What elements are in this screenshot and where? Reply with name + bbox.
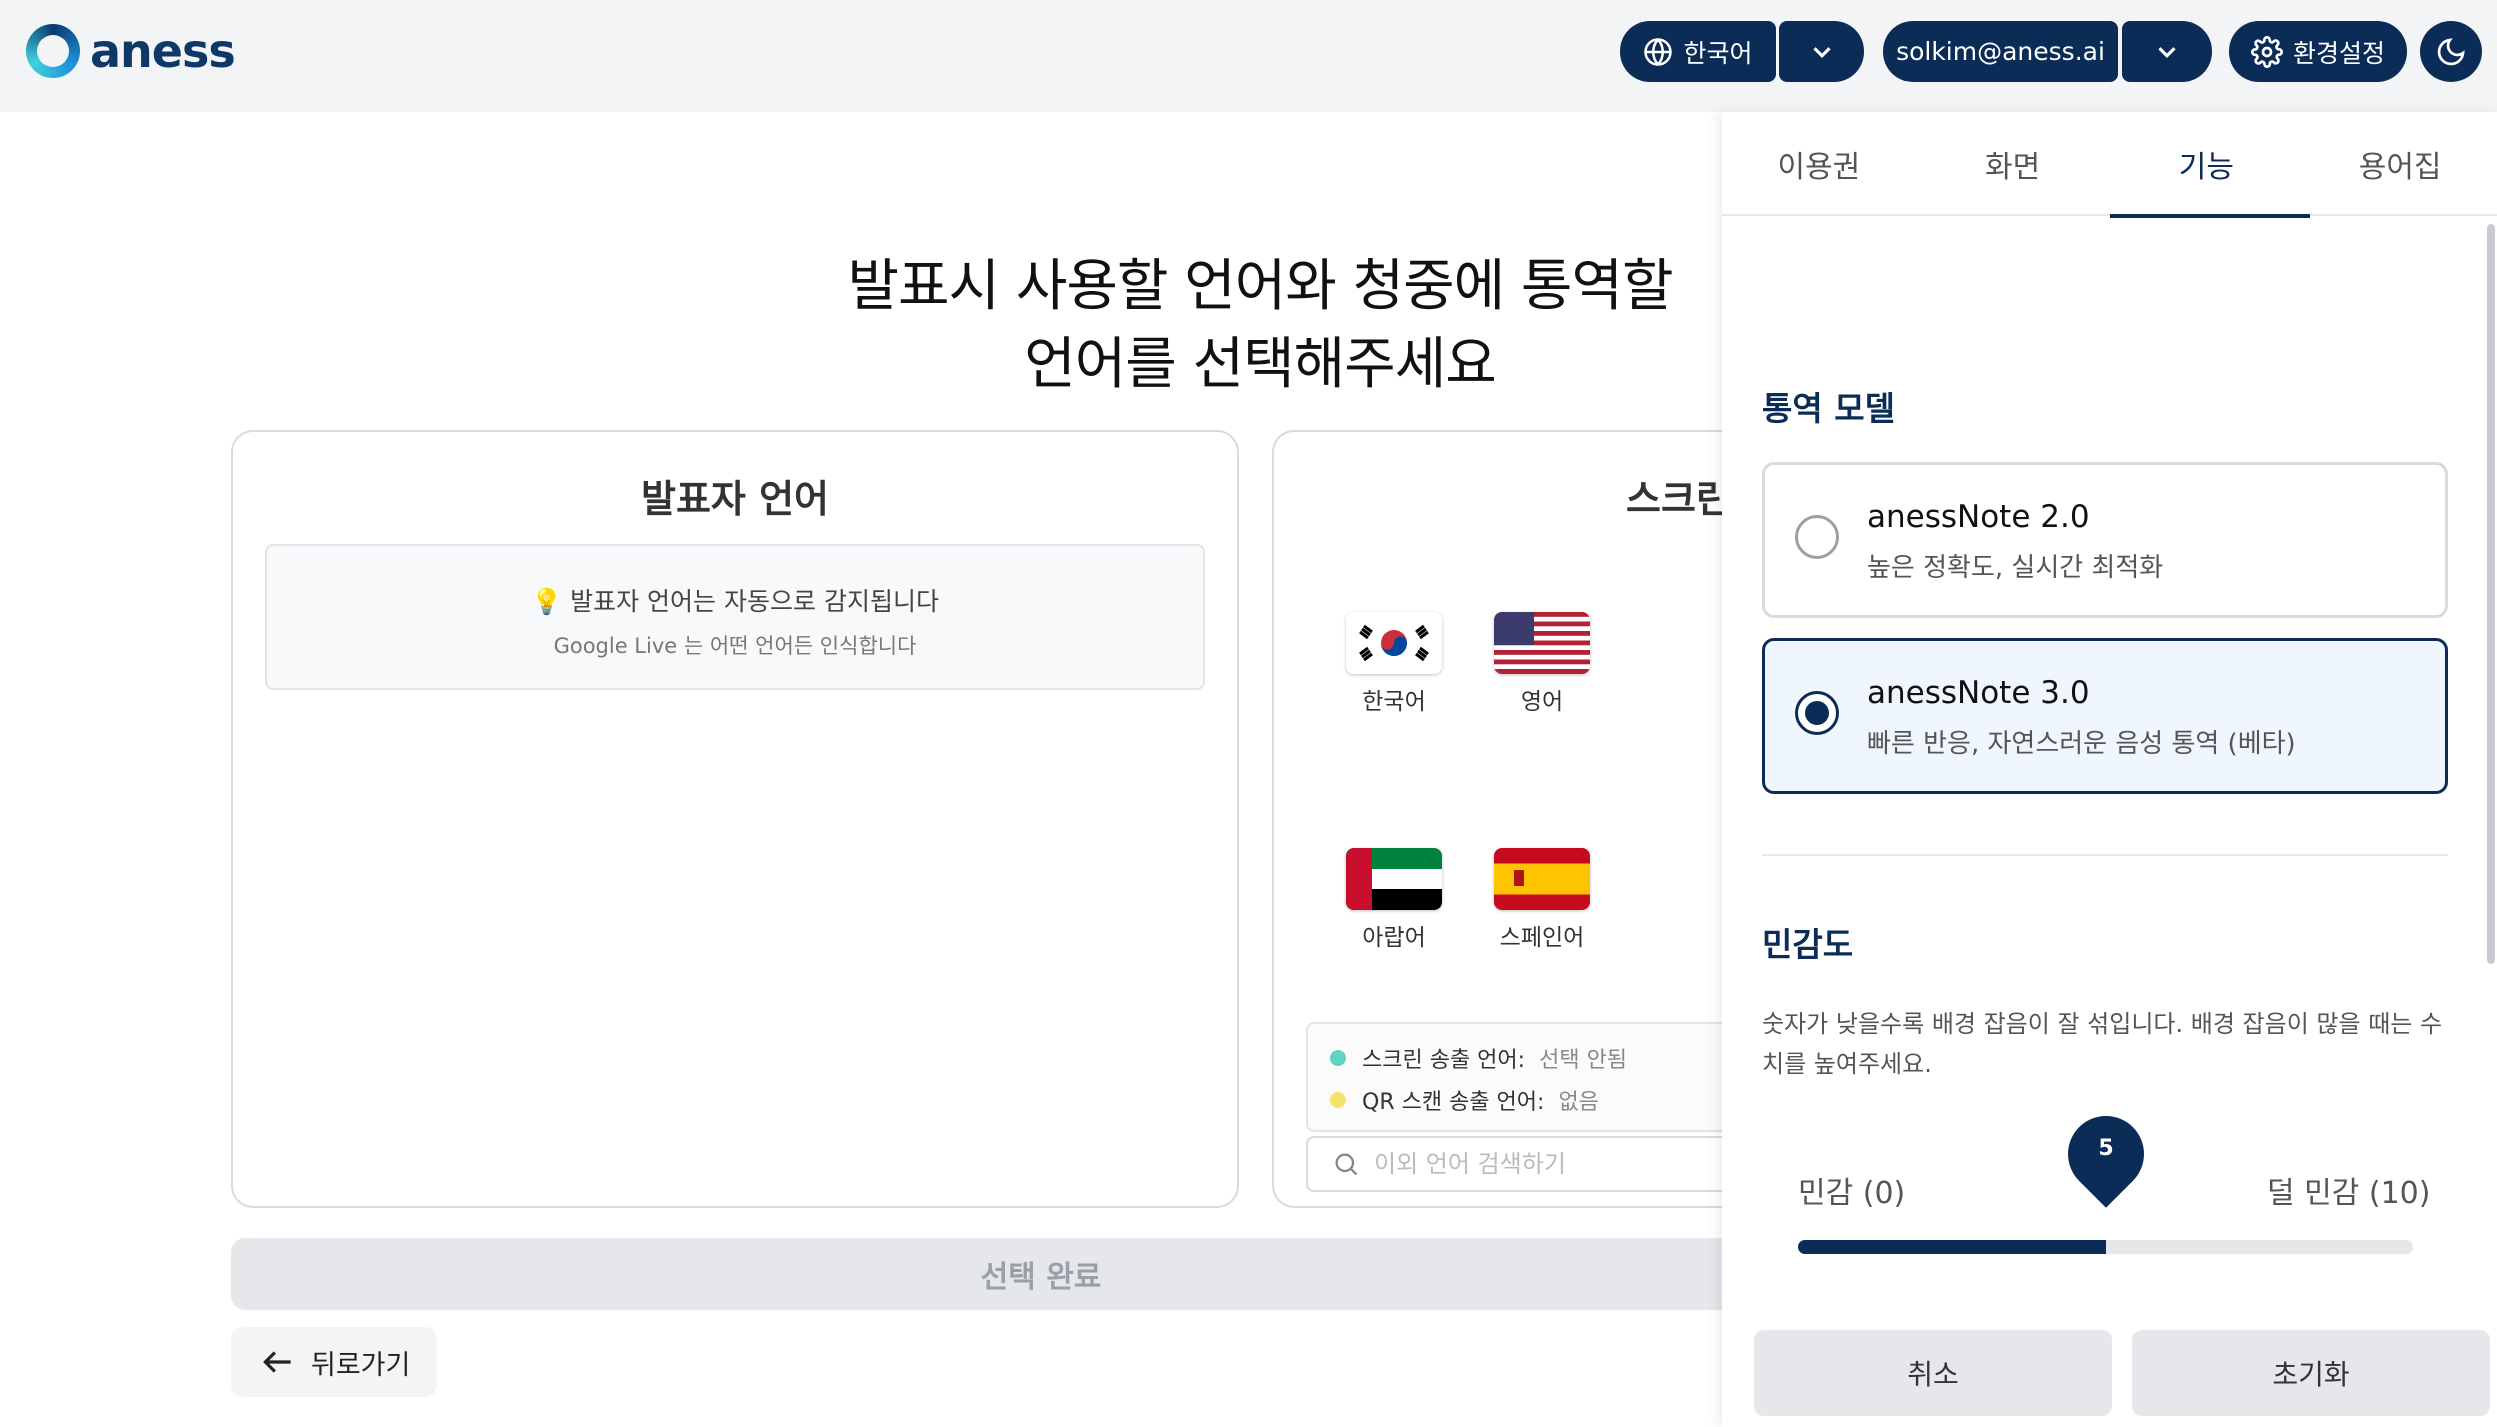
panel-scrollbar[interactable]	[2487, 224, 2495, 964]
language-option-korean[interactable]: 한국어	[1334, 612, 1454, 716]
auto-detect-info-text: 💡 발표자 언어는 자동으로 감지됩니다	[531, 587, 939, 616]
speaker-card-title: 발표자 언어	[640, 477, 830, 521]
complete-selection-button[interactable]: 선택 완료	[231, 1238, 1851, 1310]
sensitivity-slider-fill	[1798, 1240, 2106, 1254]
sensitivity-title: 민감도	[1762, 925, 1854, 964]
uae-flag-icon	[1346, 848, 1442, 910]
korea-flag-icon	[1346, 612, 1442, 674]
moon-icon	[2437, 37, 2465, 65]
tab-subscription[interactable]: 이용권	[1722, 112, 1916, 216]
user-account-button[interactable]: solkim@aness.ai	[1883, 21, 2118, 82]
gear-icon	[2251, 35, 2283, 68]
model-option-2-0[interactable]: anessNote 2.0 높은 정확도, 실시간 최적화	[1762, 462, 2448, 618]
arrow-left-icon	[263, 1351, 291, 1373]
cancel-button[interactable]: 취소	[1754, 1330, 2112, 1416]
sensitivity-slider-track[interactable]	[1798, 1240, 2413, 1254]
status-value: 선택 안됨	[1539, 1048, 1628, 1073]
tab-glossary[interactable]: 용어집	[2303, 112, 2497, 216]
search-icon	[1335, 1153, 1358, 1176]
tab-features[interactable]: 기능	[2109, 112, 2310, 218]
auto-detect-info-box: 💡 발표자 언어는 자동으로 감지됩니다 Google Live 는 어떤 언어…	[265, 544, 1205, 690]
language-search-input[interactable]	[1374, 1150, 1774, 1178]
model-description: 빠른 반응, 자연스러운 음성 통역 (베타)	[1867, 729, 2296, 759]
language-label: 한국어	[1362, 689, 1426, 715]
language-dropdown-button[interactable]	[1779, 21, 1864, 82]
status-key: 스크린 송출 언어:	[1362, 1048, 1526, 1073]
tab-display[interactable]: 화면	[1916, 112, 2110, 216]
screen-broadcast-status: 스크린 송출 언어: 선택 안됨	[1330, 1042, 1627, 1074]
sensitivity-description: 숫자가 낮을수록 배경 잡음이 잘 섞입니다. 배경 잡음이 많을 때는 수치를…	[1762, 1010, 2443, 1078]
globe-icon	[1644, 37, 1673, 66]
language-option-arabic[interactable]: 아랍어	[1334, 848, 1454, 952]
screen-card-title: 스크린	[1626, 477, 1731, 521]
qr-broadcast-status: QR 스캔 송출 언어: 없음	[1330, 1084, 1599, 1116]
page-title: 발표시 사용할 언어와 청중에 통역할 언어를 선택해주세요	[740, 248, 1780, 404]
model-name: anessNote 2.0	[1867, 499, 2090, 535]
language-label: 영어	[1520, 689, 1564, 715]
chevron-down-icon	[1812, 46, 1831, 58]
page-title-line-2: 언어를 선택해주세요	[1024, 332, 1496, 397]
settings-tabs: 이용권 화면 기능 용어집	[1722, 112, 2497, 218]
sensitivity-high-label: 덜 민감 (10)	[2267, 1176, 2431, 1211]
settings-panel-content[interactable]: 통역 모델 anessNote 2.0 높은 정확도, 실시간 최적화 anes…	[1722, 218, 2497, 1313]
spain-flag-icon	[1494, 848, 1590, 910]
user-dropdown-button[interactable]	[2122, 21, 2212, 82]
radio-button-selected[interactable]	[1795, 691, 1839, 735]
language-label: 스페인어	[1499, 925, 1585, 951]
sensitivity-low-label: 민감 (0)	[1798, 1176, 1906, 1211]
page-title-line-1: 발표시 사용할 언어와 청중에 통역할	[847, 254, 1673, 319]
auto-detect-info-subtext: Google Live 는 어떤 언어든 인식합니다	[553, 634, 917, 658]
model-description: 높은 정확도, 실시간 최적화	[1867, 553, 2164, 583]
language-button[interactable]: 한국어	[1620, 21, 1776, 82]
back-button[interactable]: 뒤로가기	[231, 1327, 437, 1397]
top-header: aness 한국어 solkim@aness.ai 환경설정	[0, 0, 2497, 112]
radio-button[interactable]	[1795, 515, 1839, 559]
reset-button[interactable]: 초기화	[2132, 1330, 2490, 1416]
teal-dot-icon	[1330, 1050, 1346, 1066]
language-label: 아랍어	[1362, 925, 1426, 951]
usa-flag-icon	[1494, 612, 1590, 674]
settings-button[interactable]: 환경설정	[2229, 21, 2407, 82]
settings-label: 환경설정	[2292, 38, 2385, 68]
language-label: 한국어	[1683, 38, 1753, 68]
settings-panel: 이용권 화면 기능 용어집 통역 모델 anessNote 2.0 높은 정확도…	[1722, 112, 2497, 1427]
logo-ring-icon	[26, 24, 80, 78]
settings-panel-footer: 취소 초기화	[1722, 1310, 2497, 1427]
complete-selection-label: 선택 완료	[980, 1260, 1102, 1295]
slider-value-text: 5	[2098, 1136, 2114, 1161]
yellow-dot-icon	[1330, 1092, 1346, 1108]
user-email: solkim@aness.ai	[1896, 37, 2105, 66]
status-value: 없음	[1558, 1090, 1599, 1115]
back-label: 뒤로가기	[311, 1349, 411, 1381]
model-section-title: 통역 모델	[1762, 389, 1895, 428]
model-name: anessNote 3.0	[1867, 675, 2090, 711]
logo-text: aness	[90, 24, 236, 78]
theme-toggle-button[interactable]	[2420, 21, 2482, 82]
model-option-3-0[interactable]: anessNote 3.0 빠른 반응, 자연스러운 음성 통역 (베타)	[1762, 638, 2448, 794]
language-option-english[interactable]: 영어	[1482, 612, 1602, 716]
chevron-down-icon	[2158, 46, 2176, 58]
logo[interactable]: aness	[26, 24, 236, 78]
speaker-language-card: 발표자 언어 💡 발표자 언어는 자동으로 감지됩니다 Google Live …	[231, 430, 1239, 1208]
status-key: QR 스캔 송출 언어:	[1362, 1090, 1545, 1115]
language-option-spanish[interactable]: 스페인어	[1482, 848, 1602, 952]
section-divider	[1762, 854, 2448, 856]
